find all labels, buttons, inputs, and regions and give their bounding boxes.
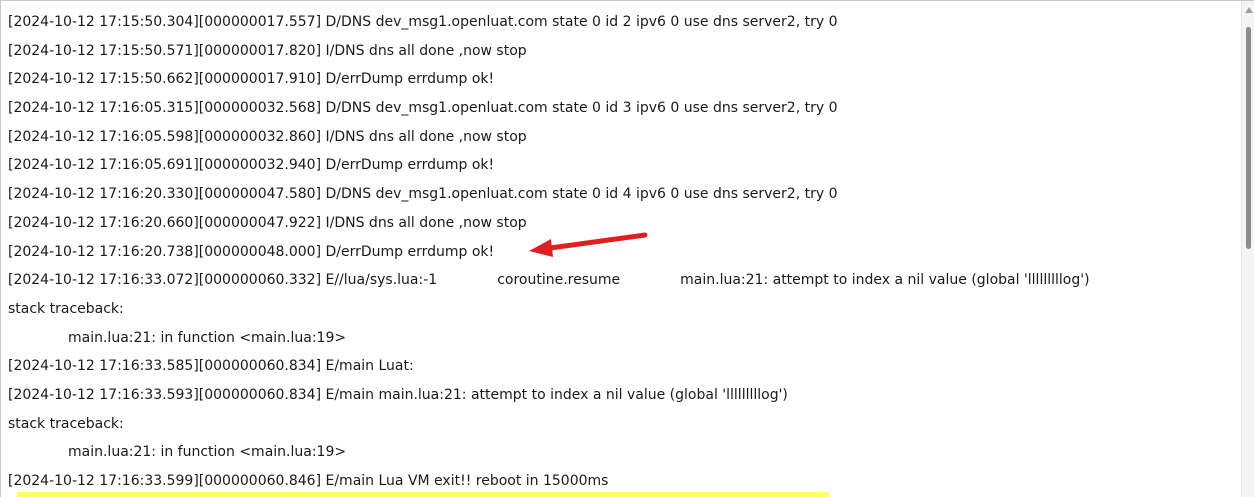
- log-line: [2024-10-12 17:15:50.662][000000017.910]…: [8, 71, 495, 88]
- scroll-thumb[interactable]: [1246, 27, 1251, 249]
- log-line: [2024-10-12 17:16:05.598][000000032.860]…: [8, 128, 527, 145]
- log-line: [2024-10-12 17:15:50.304][000000017.557]…: [8, 14, 838, 30]
- traceback-header: stack traceback:: [8, 300, 124, 317]
- log-line: [2024-10-12 17:15:50.571][000000017.820]…: [8, 42, 527, 59]
- scroll-up-arrow-icon[interactable]: [1245, 7, 1253, 13]
- log-window: [2024-10-12 17:15:50.304][000000017.557]…: [0, 0, 1254, 497]
- log-line: [2024-10-12 17:16:05.691][000000032.940]…: [8, 157, 495, 174]
- log-line: [2024-10-12 17:16:05.315][000000032.568]…: [8, 100, 838, 117]
- error-line-suffix: main.lua:21: attempt to index a nil valu…: [680, 272, 1090, 289]
- traceback-detail: main.lua:21: in function <main.lua:19>: [68, 329, 347, 346]
- traceback-header: stack traceback:: [8, 415, 124, 432]
- log-line-error: [2024-10-12 17:16:33.593][000000060.834]…: [8, 386, 788, 403]
- traceback-detail: main.lua:21: in function <main.lua:19>: [68, 444, 347, 461]
- log-line-error: [2024-10-12 17:16:33.072][000000060.332]…: [8, 266, 1241, 295]
- log-line: [2024-10-12 17:16:20.330][000000047.580]…: [8, 186, 838, 203]
- vertical-scrollbar[interactable]: [1241, 1, 1254, 497]
- red-arrow-icon: [529, 232, 648, 257]
- error-line-middle: coroutine.resume: [497, 272, 621, 289]
- error-line-prefix: [2024-10-12 17:16:33.072][000000060.332]…: [8, 272, 438, 289]
- selection-highlight: [17, 492, 829, 497]
- log-line: [2024-10-12 17:16:33.585][000000060.834]…: [8, 358, 414, 375]
